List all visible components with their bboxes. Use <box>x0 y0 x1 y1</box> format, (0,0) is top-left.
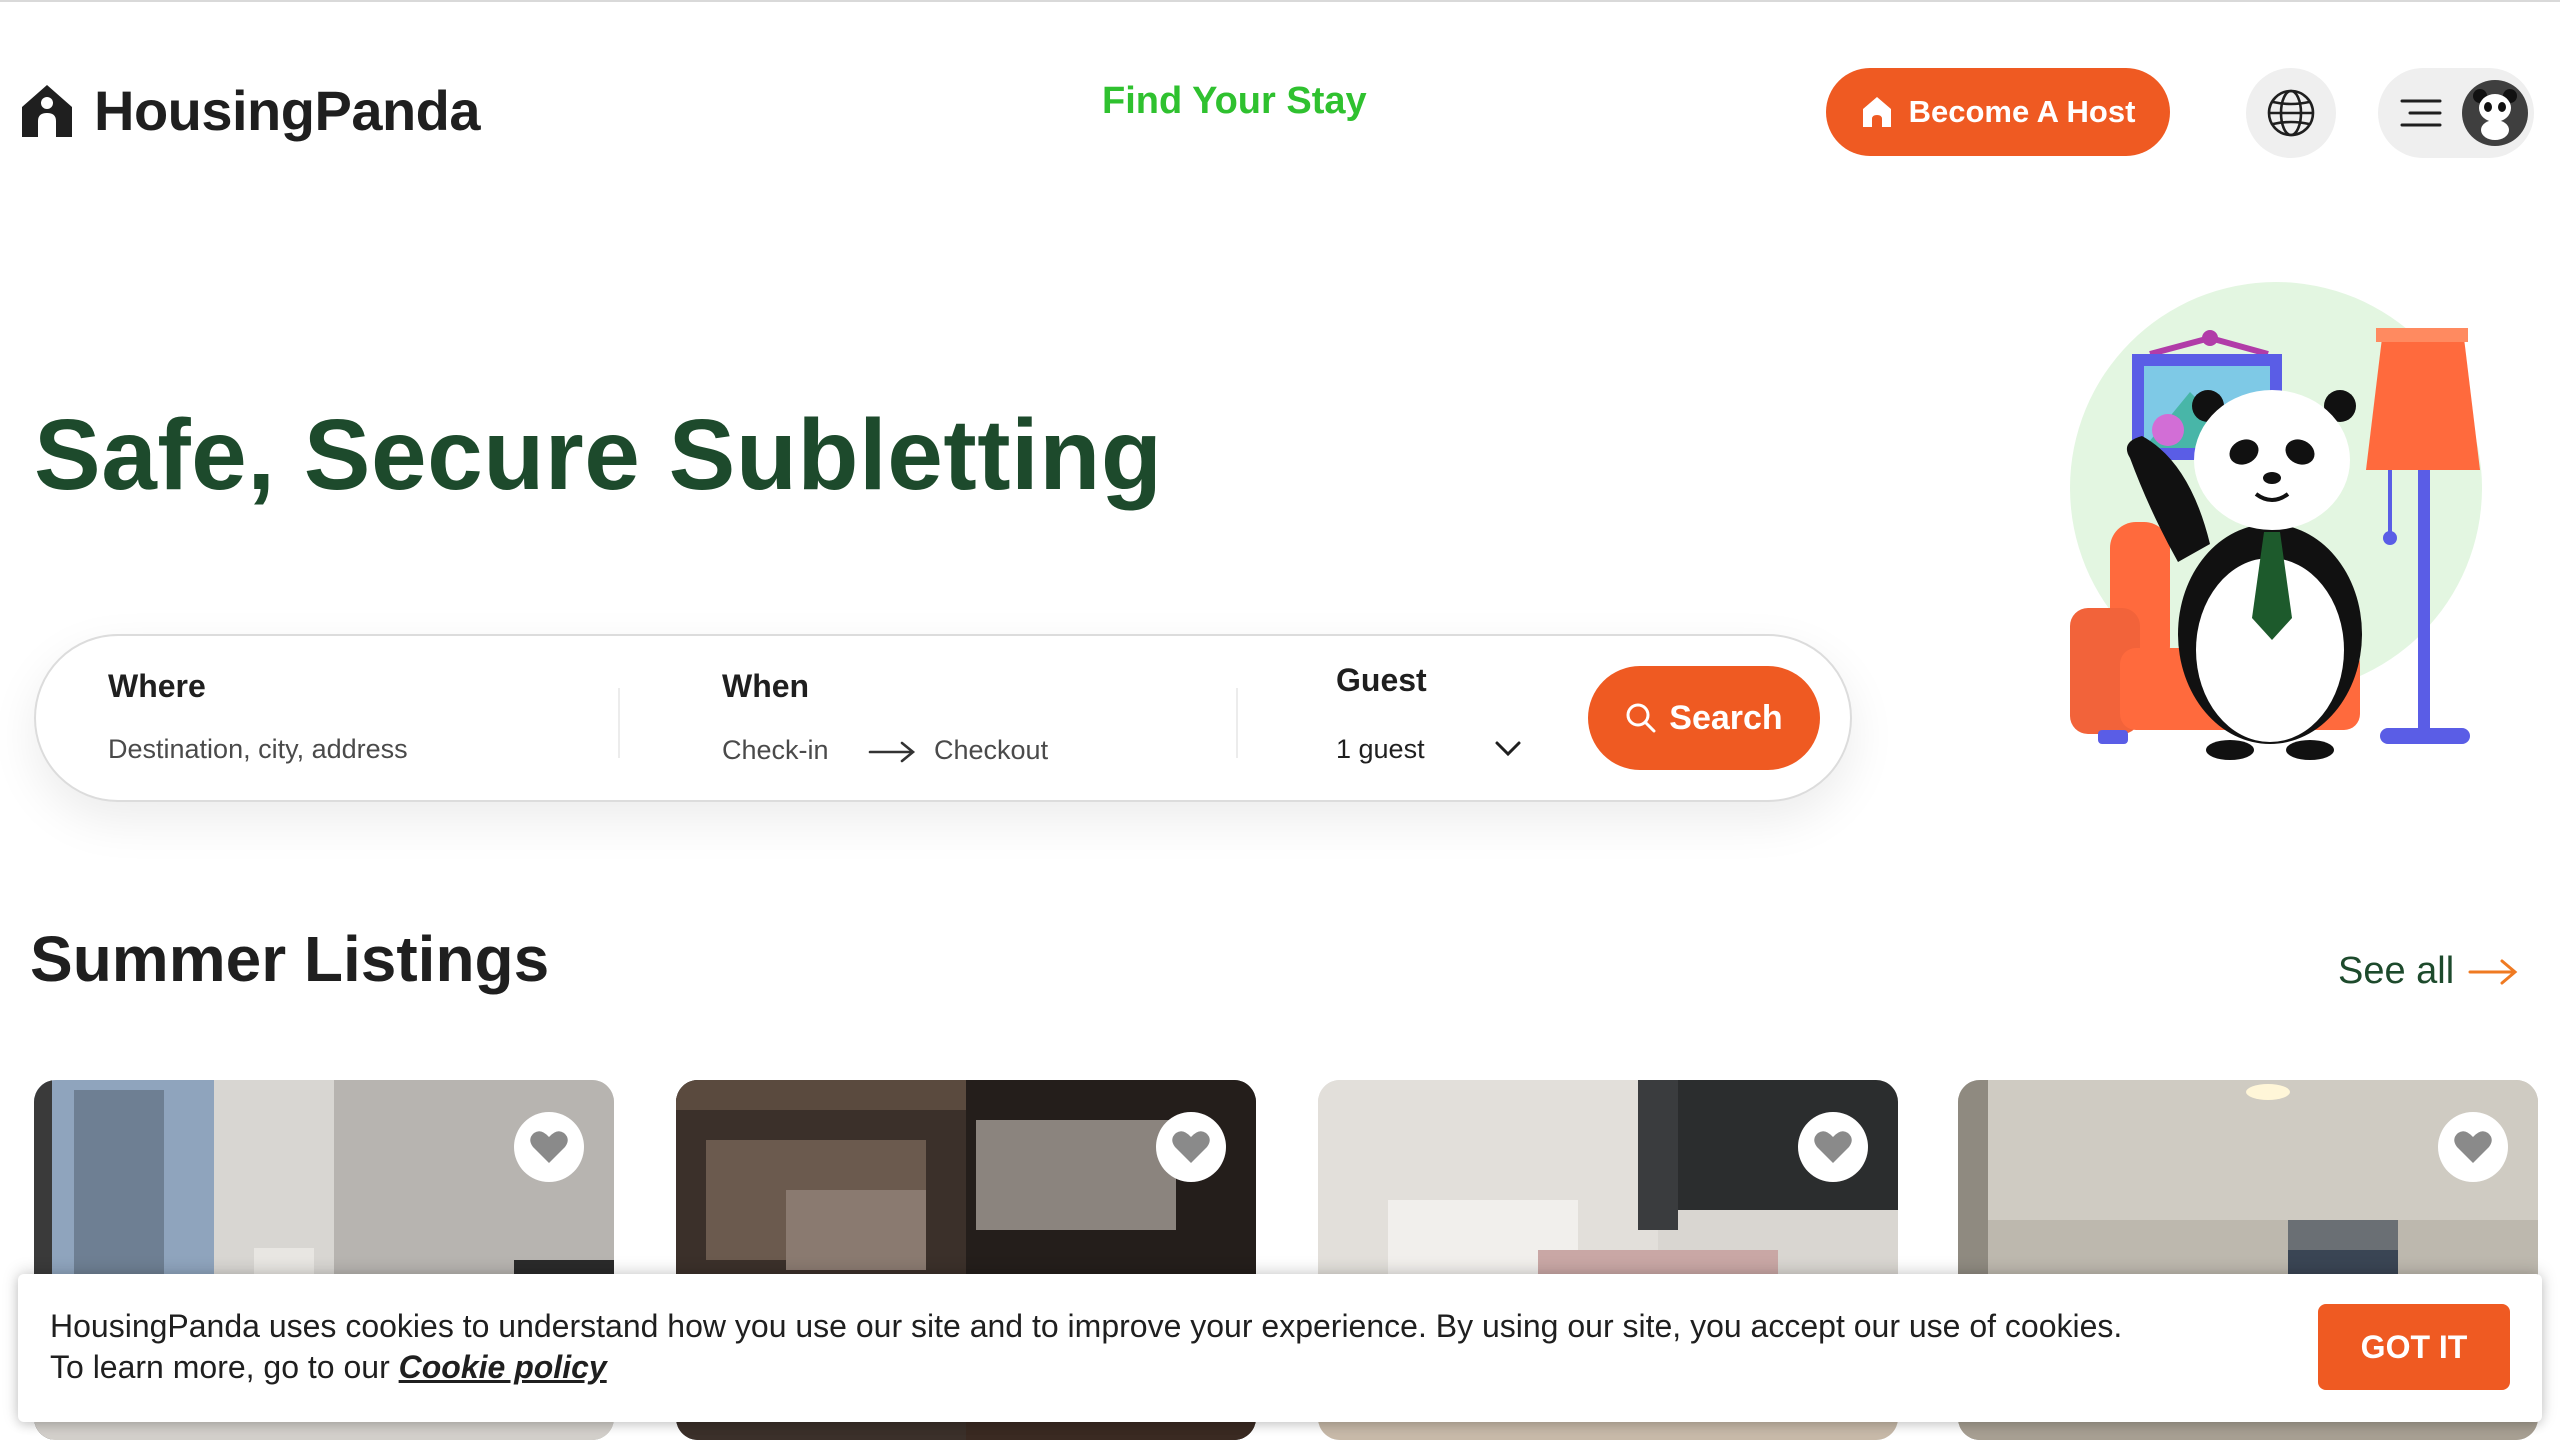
panda-illustration <box>2070 282 2482 760</box>
checkout-input[interactable]: Checkout <box>934 735 1048 766</box>
guest-label: Guest <box>1336 662 1427 698</box>
see-all-link[interactable]: See all <box>2338 950 2518 993</box>
cookie-message: HousingPanda uses cookies to understand … <box>50 1306 2300 1388</box>
chevron-down-icon[interactable] <box>1494 740 1522 758</box>
become-host-label: Become A Host <box>1908 94 2136 129</box>
heart-icon <box>530 1131 568 1163</box>
top-border <box>0 0 2560 2</box>
search-button[interactable]: Search <box>1588 666 1820 770</box>
brand-name: HousingPanda <box>94 79 481 142</box>
heart-icon <box>2454 1131 2492 1163</box>
where-label: Where <box>108 668 206 704</box>
guest-select[interactable]: 1 guest <box>1336 734 1425 765</box>
favorite-button[interactable] <box>514 1112 584 1182</box>
section-title: Summer Listings <box>30 923 550 995</box>
cookie-line-2-text: To learn more, go to our <box>50 1349 399 1385</box>
cookie-line-2: To learn more, go to our Cookie policy <box>50 1347 2300 1388</box>
become-host-button[interactable]: Become A Host <box>1826 68 2170 156</box>
arrow-right-icon <box>868 741 916 763</box>
nav-find-your-stay[interactable]: Find Your Stay <box>1102 80 1367 123</box>
hero-title: Safe, Secure Subletting <box>34 399 1163 511</box>
accept-cookies-button[interactable]: GOT IT <box>2318 1304 2510 1390</box>
divider <box>618 688 620 758</box>
where-input[interactable]: Destination, city, address <box>108 734 408 765</box>
checkin-input[interactable]: Check-in <box>722 735 829 766</box>
language-button[interactable] <box>2246 68 2336 158</box>
globe-icon <box>2267 89 2315 137</box>
see-all-label: See all <box>2338 950 2455 992</box>
favorite-button[interactable] <box>2438 1112 2508 1182</box>
divider <box>1236 688 1238 758</box>
heart-icon <box>1814 1131 1852 1163</box>
hamburger-menu-icon <box>2400 99 2442 127</box>
arrow-right-icon <box>2468 959 2518 984</box>
panda-avatar-icon <box>2462 80 2528 146</box>
cookie-line-1: HousingPanda uses cookies to understand … <box>50 1308 2123 1344</box>
heart-icon <box>1172 1131 1210 1163</box>
cookie-banner: HousingPanda uses cookies to understand … <box>18 1274 2542 1422</box>
when-label: When <box>722 668 810 704</box>
favorite-button[interactable] <box>1798 1112 1868 1182</box>
house-logo-icon <box>22 84 72 137</box>
favorite-button[interactable] <box>1156 1112 1226 1182</box>
brand-logo[interactable]: HousingPanda <box>20 78 481 143</box>
search-icon <box>1626 703 1656 733</box>
user-menu-button[interactable] <box>2378 68 2534 158</box>
cookie-policy-link[interactable]: Cookie policy <box>399 1349 607 1385</box>
home-icon <box>1862 97 1891 127</box>
search-bar: Where Destination, city, address When Ch… <box>34 634 1852 802</box>
search-button-label: Search <box>1669 698 1783 737</box>
